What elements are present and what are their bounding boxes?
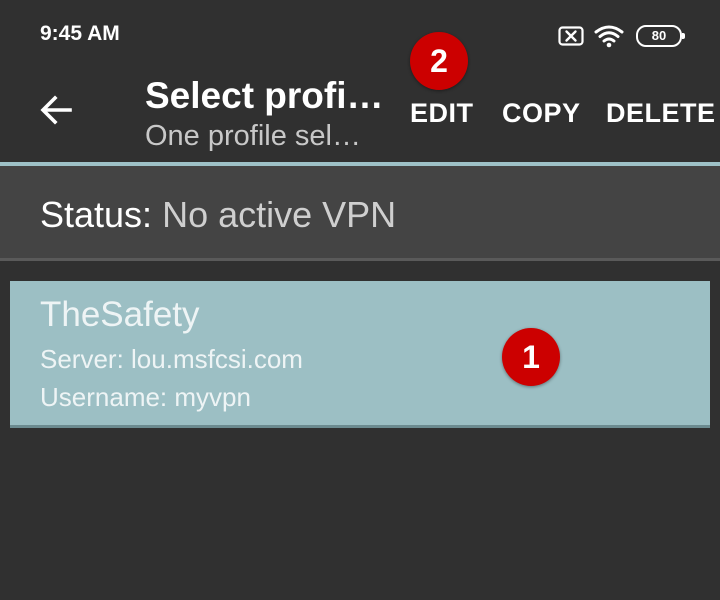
profile-name: TheSafety xyxy=(40,295,200,334)
step-marker-1: 1 xyxy=(502,328,560,386)
battery-icon: 80 xyxy=(636,25,685,47)
step-marker-2: 2 xyxy=(410,32,468,90)
toolbar: Select profi… One profile sel… EDIT COPY… xyxy=(0,70,720,162)
arrow-left-icon[interactable] xyxy=(36,90,76,130)
status-bar: 9:45 AM 80 xyxy=(0,0,720,70)
profile-username: Username: myvpn xyxy=(40,382,251,412)
profile-server: Server: lou.msfcsi.com xyxy=(40,344,303,374)
notification-x-icon xyxy=(558,26,584,46)
status-value: No active VPN xyxy=(162,194,397,235)
status-divider xyxy=(0,258,720,261)
page-title: Select profi… xyxy=(145,75,384,116)
wifi-icon xyxy=(594,25,624,48)
vpn-status-row: Status: No active VPN xyxy=(0,166,720,258)
profile-item[interactable]: TheSafety Server: lou.msfcsi.com Usernam… xyxy=(10,281,710,428)
copy-button[interactable]: COPY xyxy=(502,98,581,129)
status-label: Status: xyxy=(40,194,153,235)
delete-button[interactable]: DELETE xyxy=(606,98,716,129)
edit-button[interactable]: EDIT xyxy=(410,98,474,129)
page-subtitle: One profile sel… xyxy=(145,120,361,152)
status-icons: 80 xyxy=(558,22,685,50)
clock: 9:45 AM xyxy=(40,22,120,45)
